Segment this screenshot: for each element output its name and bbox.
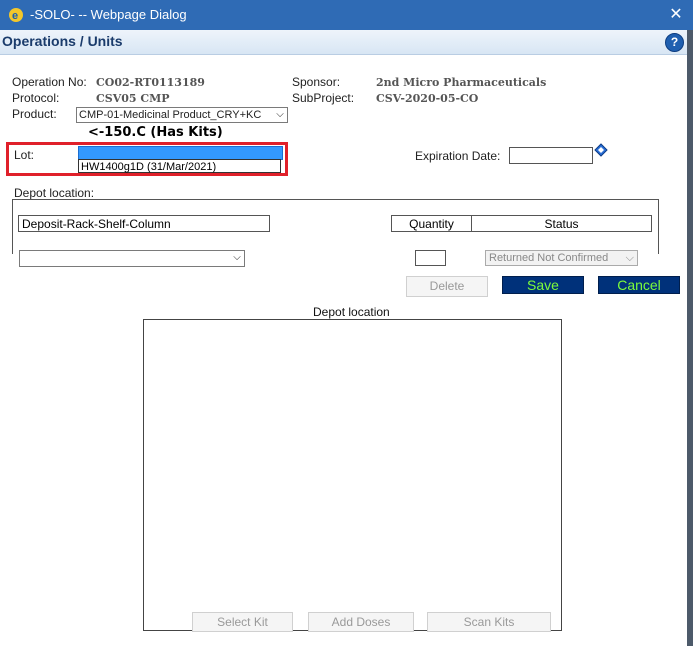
sponsor-label: Sponsor: (292, 75, 341, 89)
help-icon[interactable]: ? (665, 33, 684, 52)
column-header-quantity: Quantity (391, 215, 472, 232)
add-doses-button: Add Doses (308, 612, 414, 632)
page-title: Operations / Units (2, 33, 123, 49)
window-right-edge (687, 30, 693, 646)
subproject-label: SubProject: (292, 91, 355, 105)
page-header: Operations / Units ? (0, 30, 690, 55)
depot-location-label: Depot location: (14, 186, 95, 200)
depot-panel: Select Kit Add Doses Scan Kits (143, 319, 562, 632)
subproject-value: CSV-2020-05-CO (376, 92, 479, 105)
expiration-date-input[interactable] (509, 147, 593, 164)
operation-no-label: Operation No: (12, 75, 87, 89)
window-title: -SOLO- -- Webpage Dialog (30, 7, 187, 22)
chevron-down-icon: ⌵ (625, 252, 634, 264)
ie-icon: e (9, 8, 23, 22)
protocol-value: CSV05 CMP (96, 92, 170, 105)
product-label: Product: (12, 107, 57, 121)
cancel-button[interactable]: Cancel (598, 276, 680, 294)
protocol-label: Protocol: (12, 91, 60, 105)
window-titlebar: e -SOLO- -- Webpage Dialog ✕ (0, 0, 693, 30)
select-kit-button: Select Kit (192, 612, 293, 632)
product-select[interactable]: CMP-01-Medicinal Product_CRY+KC ⌵ (76, 107, 288, 123)
quantity-input[interactable] (415, 250, 446, 266)
chevron-down-icon: ⌵ (273, 108, 287, 122)
depot-location-select[interactable]: ⌵ (19, 250, 245, 267)
operation-no-value: CO02-RT0113189 (96, 76, 205, 89)
sponsor-value: 2nd Micro Pharmaceuticals (376, 76, 547, 89)
close-icon[interactable]: ✕ (659, 0, 693, 30)
product-select-value: CMP-01-Medicinal Product_CRY+KC (79, 109, 262, 121)
highlight-box (6, 142, 288, 176)
dialog-body: Operations / Units ? Operation No: CO02-… (0, 30, 690, 646)
save-button[interactable]: Save (502, 276, 584, 294)
storage-temperature-note: <-150.C (Has Kits) (88, 125, 223, 140)
expiration-date-label: Expiration Date: (415, 149, 501, 163)
column-header-location: Deposit-Rack-Shelf-Column (18, 215, 270, 232)
depot-panel-caption: Depot location (313, 305, 390, 319)
status-select-value: Returned Not Confirmed (489, 252, 609, 264)
chevron-down-icon: ⌵ (230, 251, 244, 265)
scan-kits-button: Scan Kits (427, 612, 551, 632)
calendar-icon[interactable] (594, 143, 608, 157)
status-select: Returned Not Confirmed ⌵ (485, 250, 638, 266)
svg-text:e: e (12, 10, 18, 22)
column-header-status: Status (471, 215, 652, 232)
delete-button: Delete (406, 276, 488, 297)
